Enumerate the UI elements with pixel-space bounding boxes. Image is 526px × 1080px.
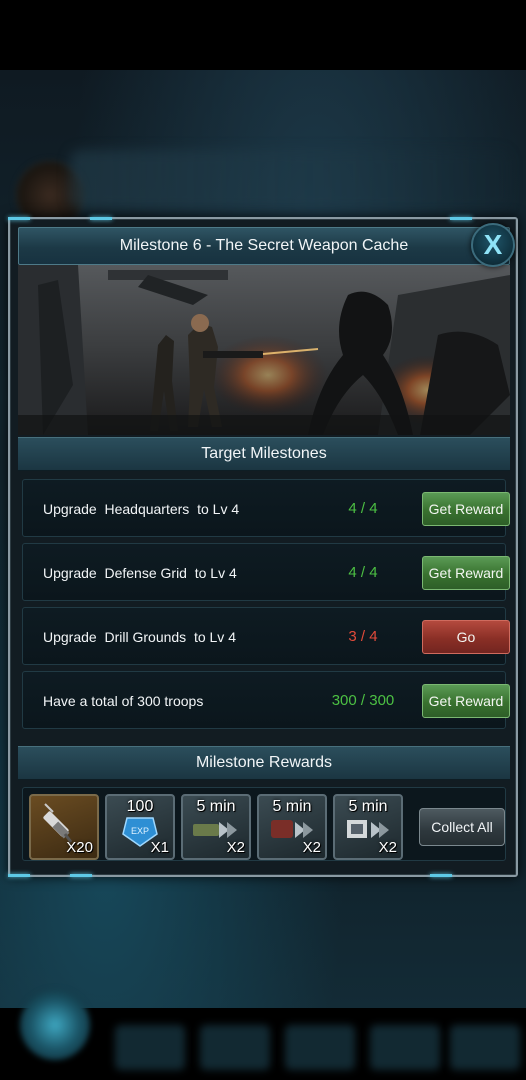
- reward-quantity: X2: [226, 839, 245, 856]
- go-button[interactable]: Go: [422, 620, 510, 654]
- milestone-modal: Milestone 6 - The Secret Weapon Cache Ta…: [8, 217, 518, 877]
- exp-amount: 100: [126, 798, 154, 815]
- resource-bar-blurred: [70, 150, 510, 210]
- speedup-duration: 5 min: [348, 798, 388, 815]
- modal-corner-light: [90, 217, 112, 220]
- modal-title: Milestone 6 - The Secret Weapon Cache: [18, 227, 510, 265]
- modal-corner-light: [8, 217, 30, 220]
- speedup-duration: 5 min: [196, 798, 236, 815]
- milestone-progress: 3 / 4: [348, 628, 378, 645]
- milestone-banner-image: [18, 265, 510, 435]
- reward-quantity: X2: [302, 839, 321, 856]
- milestone-rewards-header: Milestone Rewards: [18, 746, 510, 780]
- bottom-menu-button-blurred: [450, 1025, 520, 1070]
- milestone-label: Upgrade Defense Grid to Lv 4: [43, 565, 237, 581]
- reward-quantity: X2: [378, 839, 397, 856]
- milestone-label: Have a total of 300 troops: [43, 693, 204, 709]
- modal-corner-light: [8, 874, 30, 877]
- milestone-progress: 300 / 300: [331, 692, 395, 709]
- bottom-menu-button-blurred: [200, 1025, 270, 1070]
- modal-corner-light: [70, 874, 92, 877]
- milestone-row: Have a total of 300 troops 300 / 300 Get…: [22, 671, 510, 729]
- reward-item[interactable]: 5 min X2: [333, 794, 403, 860]
- milestone-row: Upgrade Headquarters to Lv 4 4 / 4 Get R…: [22, 479, 510, 537]
- get-reward-button[interactable]: Get Reward: [422, 684, 510, 718]
- milestone-progress: 4 / 4: [348, 564, 378, 581]
- milestone-label: Upgrade Drill Grounds to Lv 4: [43, 629, 236, 645]
- get-reward-button[interactable]: Get Reward: [422, 492, 510, 526]
- modal-corner-light: [450, 217, 472, 220]
- reward-item[interactable]: 5 min X2: [257, 794, 327, 860]
- close-icon: X: [483, 229, 503, 260]
- rewards-panel: X20 100 EXP X1 5 min X2 5 min X2 5 min X…: [22, 787, 506, 861]
- bottom-menu-button-blurred: [285, 1025, 355, 1070]
- bottom-menu-button-blurred: [115, 1025, 185, 1070]
- milestone-row: Upgrade Defense Grid to Lv 4 4 / 4 Get R…: [22, 543, 510, 601]
- target-milestones-header: Target Milestones: [18, 437, 510, 471]
- milestone-label: Upgrade Headquarters to Lv 4: [43, 501, 240, 517]
- speedup-duration: 5 min: [272, 798, 312, 815]
- reward-item[interactable]: 5 min X2: [181, 794, 251, 860]
- battle-scene-illustration: [18, 265, 510, 435]
- collect-all-button[interactable]: Collect All: [419, 808, 505, 846]
- milestone-row: Upgrade Drill Grounds to Lv 4 3 / 4 Go: [22, 607, 510, 665]
- modal-corner-light: [430, 874, 452, 877]
- reward-item[interactable]: 100 EXP X1: [105, 794, 175, 860]
- close-button[interactable]: X: [471, 223, 515, 267]
- milestone-progress: 4 / 4: [348, 500, 378, 517]
- exp-label: EXP: [130, 826, 149, 836]
- get-reward-button[interactable]: Get Reward: [422, 556, 510, 590]
- reward-quantity: X20: [66, 839, 93, 856]
- bottom-menu-button-blurred: [370, 1025, 440, 1070]
- reward-item[interactable]: X20: [29, 794, 99, 860]
- reward-quantity: X1: [150, 839, 169, 856]
- main-action-button-blurred: [20, 990, 90, 1060]
